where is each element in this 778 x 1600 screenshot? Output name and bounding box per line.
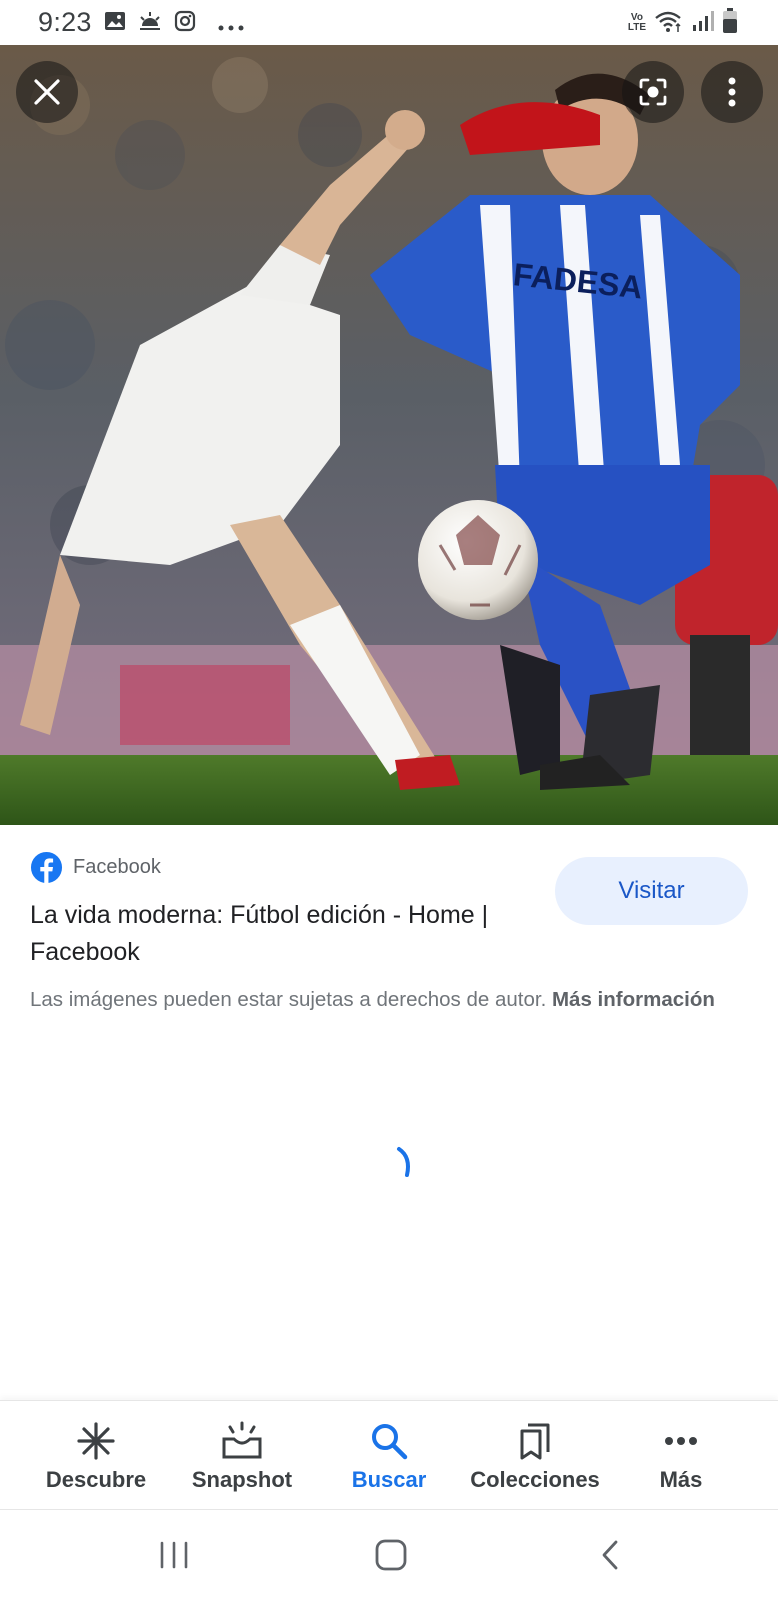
more-dots-icon xyxy=(218,18,244,36)
result-title[interactable]: La vida moderna: Fútbol edición - Home |… xyxy=(30,897,500,971)
nav-search[interactable]: Buscar xyxy=(314,1401,464,1511)
result-info: Facebook La vida moderna: Fútbol edición… xyxy=(0,825,778,1380)
battery-icon xyxy=(722,7,738,39)
football-photo: FADESA xyxy=(0,45,778,825)
home-icon xyxy=(375,1539,407,1571)
recent-apps-icon xyxy=(160,1541,188,1569)
nav-snapshot-label: Snapshot xyxy=(191,1467,293,1492)
nav-discover[interactable]: Descubre xyxy=(21,1401,171,1511)
wifi-icon xyxy=(654,9,684,38)
signal-icon xyxy=(692,10,714,37)
more-options-button[interactable] xyxy=(701,61,763,123)
weather-icon xyxy=(138,10,162,37)
nav-discover-label: Descubre xyxy=(45,1467,147,1492)
nav-search-label: Buscar xyxy=(351,1467,427,1492)
close-icon xyxy=(34,79,60,105)
search-icon xyxy=(372,1424,408,1460)
nav-more-label: Más xyxy=(659,1467,703,1492)
spinner-icon xyxy=(397,1147,410,1177)
copyright-text: Las imágenes pueden estar sujetas a dere… xyxy=(30,988,547,1011)
nav-more[interactable]: Más xyxy=(606,1401,756,1511)
facebook-icon xyxy=(30,851,63,884)
more-vert-icon xyxy=(728,77,736,107)
lens-button[interactable] xyxy=(622,61,684,123)
nav-collections-label: Colecciones xyxy=(470,1467,600,1492)
close-button[interactable] xyxy=(16,61,78,123)
home-button[interactable] xyxy=(361,1530,421,1580)
more-info-link[interactable]: Más información xyxy=(552,988,715,1011)
source-row[interactable]: Facebook xyxy=(30,851,161,884)
recent-apps-button[interactable] xyxy=(144,1530,204,1580)
more-horiz-icon xyxy=(665,1437,697,1445)
copyright-notice: Las imágenes pueden estar sujetas a dere… xyxy=(30,985,730,1015)
nav-collections[interactable]: Colecciones xyxy=(460,1401,610,1511)
nav-snapshot[interactable]: Snapshot xyxy=(167,1401,317,1511)
instagram-icon xyxy=(174,10,196,37)
status-bar: 9:23 Vo LTE xyxy=(0,0,778,45)
volte-indicator: Vo LTE xyxy=(627,12,646,33)
back-button[interactable] xyxy=(580,1530,640,1580)
status-right-group: Vo LTE xyxy=(627,7,738,39)
status-time: 9:23 xyxy=(38,7,92,37)
gallery-icon xyxy=(104,10,126,37)
loading-spinner xyxy=(395,1145,419,1186)
image-preview[interactable]: FADESA xyxy=(0,45,778,825)
collections-icon xyxy=(520,1423,550,1460)
bottom-navigation: Descubre Snapshot Buscar Colecciones Más xyxy=(0,1400,778,1510)
snapshot-icon xyxy=(222,1421,262,1459)
source-name: Facebook xyxy=(73,856,161,878)
lens-icon xyxy=(639,78,667,106)
asterisk-icon xyxy=(77,1422,115,1460)
visit-button[interactable]: Visitar xyxy=(555,857,748,925)
system-navigation xyxy=(0,1510,778,1600)
back-icon xyxy=(602,1540,618,1570)
